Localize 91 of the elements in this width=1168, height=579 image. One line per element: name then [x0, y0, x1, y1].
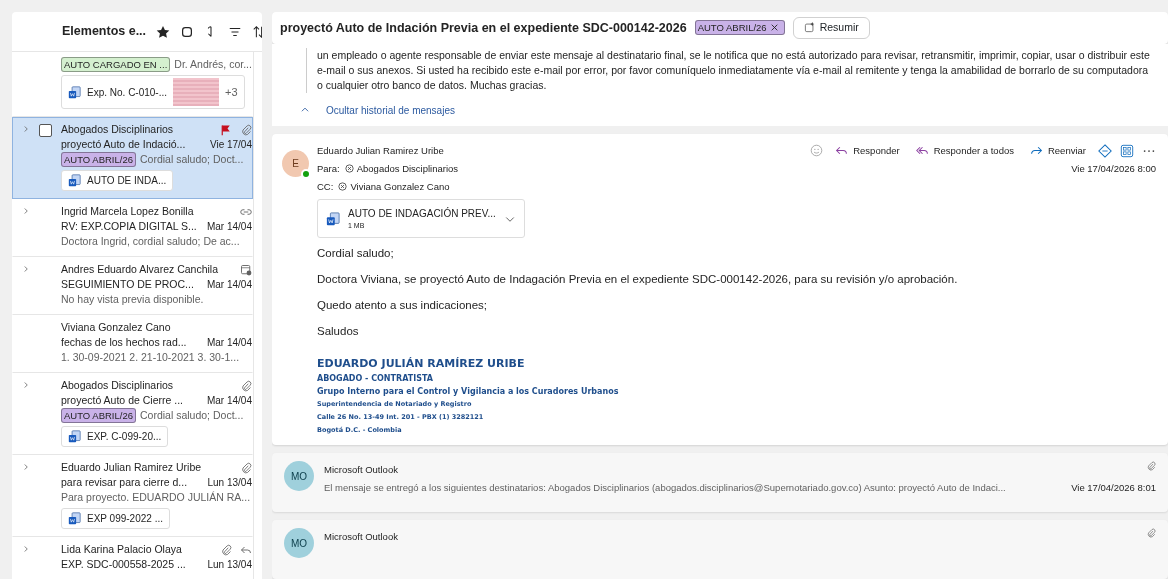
- message-list-item[interactable]: Eduardo Julian Ramirez Uribe para revisar para cierre d... Lun 13/04 Para proyecto. EDUARDO JULIÁN RA... EXP 099-2022 ...: [12, 455, 253, 537]
- action-button[interactable]: Reenviar: [1025, 143, 1090, 158]
- preview-text: No hay vista previa disponible.: [61, 292, 204, 307]
- message-list-item[interactable]: Abogados Disciplinarios proyectó Auto de Indació... Vie 17/04 AUTO ABRIL/26 Cordial saludo; Doct... AUTO DE INDA...: [12, 117, 253, 199]
- subject-line: para revisar para cierre d...: [61, 475, 188, 490]
- sender-name: Eduardo Julian Ramirez Uribe: [61, 460, 202, 475]
- subject-line: fechas de los hechos rad...: [61, 335, 187, 350]
- sparkle-icon: [803, 22, 815, 34]
- date-label: Lun 13/04: [207, 558, 252, 572]
- avatar-circle: E: [282, 149, 309, 177]
- sender-name: Microsoft Outlook: [324, 530, 398, 545]
- preview-text: Para proyecto. EDUARDO JULIÁN RA...: [61, 490, 251, 505]
- date-label: Vie 17/04: [209, 138, 252, 152]
- history-toggle-link[interactable]: Ocultar historial de mensajes: [326, 102, 455, 118]
- message-list-item[interactable]: Viviana Gonzalez Cano fechas de los hechos rad... Mar 14/04 1. 30-09-2021 2. 21-10-2021 3. 30-1...: [12, 315, 253, 373]
- document-icon: [68, 430, 81, 443]
- date-label: Vie 17/04/2026 8:00: [1071, 161, 1156, 176]
- subject-line: proyectó Auto de Indació...: [61, 137, 186, 152]
- subject-line: EXP. SDC-000558-2025 ...: [61, 557, 186, 572]
- sender-name: Andres Eduardo Alvarez Canchila: [61, 262, 218, 277]
- sender-name: Eduardo Julian Ramirez Uribe: [317, 143, 444, 158]
- remove-recipient-icon[interactable]: [338, 182, 348, 192]
- collapsed-message[interactable]: [272, 453, 1168, 513]
- collapsed-message[interactable]: MO Microsoft Outlook: [272, 520, 1168, 579]
- date-label: Vie 17/04/2026 8:01: [1070, 481, 1156, 496]
- document-icon: [326, 211, 340, 226]
- signature-line: Grupo Interno para el Control y Vigilancia a los Curadores Urbanos: [317, 386, 620, 399]
- date-label: Mar 14/04: [206, 394, 252, 408]
- preview-text: Cordial saludo; Doct...: [140, 152, 244, 167]
- recipient-name: Abogados Disciplinarios: [356, 161, 459, 176]
- message-list-item[interactable]: Abogados Disciplinarios proyectó Auto de Cierre ... Mar 14/04 AUTO ABRIL/26 Cordial saludo; Doct... EXP. C-099-20...: [12, 373, 253, 455]
- date-label: Lun 13/04: [207, 476, 252, 490]
- subject-line: proyectó Auto de Cierre ...: [61, 393, 183, 408]
- subject-line: SEGUIMIENTO DE PROC...: [61, 277, 194, 292]
- sender-name: Viviana Gonzalez Cano: [61, 320, 171, 335]
- checkbox[interactable]: [39, 124, 52, 137]
- body-paragraph: Quedo atento a sus indicaciones;: [317, 298, 489, 314]
- disclaimer-text: un empleado o agente responsable de enviar este mensaje al destinatario final, se le notifica que no está autorizado para revisar, retransmitir, imprimir, copiar, usar o distribuir este e-mail o sus anexos. Si usted ha recibido este e-mail por error, por favor comuníquelo inmediatamente vía e-mail al remitente y tenga la amabilidad de borrarlo de su computadora o cualquier otro banco de datos. Muchas gracias.: [306, 47, 1154, 93]
- message-list-item[interactable]: Lida Karina Palacio Olaya EXP. SDC-000558-2025 ... Lun 13/04: [12, 537, 253, 579]
- recipient-label: Para:: [317, 161, 340, 176]
- recipient-name: Viviana Gonzalez Cano: [350, 179, 450, 194]
- apps-icon[interactable]: [1120, 143, 1134, 158]
- subject-line: RV: EXP.COPIA DIGITAL S...: [61, 219, 197, 234]
- avatar-circle: MO: [284, 528, 314, 559]
- preview-text: Cordial saludo; Doct...: [140, 408, 244, 423]
- diamond-icon[interactable]: [1098, 143, 1112, 158]
- sender-name: Ingrid Marcela Lopez Bonilla: [61, 204, 194, 219]
- message-list-item[interactable]: Andres Eduardo Alvarez Canchila SEGUIMIENTO DE PROC... Mar 14/04 No hay vista previa disponible.: [12, 257, 253, 315]
- date-label: Mar 14/04: [206, 278, 252, 292]
- document-icon: [68, 85, 81, 99]
- preview-text: Dr. Andrés, cor...: [174, 57, 252, 72]
- date-label: Mar 14/04: [206, 336, 252, 350]
- document-icon: [68, 512, 81, 525]
- recipient-label: CC:: [317, 179, 334, 194]
- category-tag: AUTO ABRIL/26: [694, 20, 785, 36]
- sender-name: Abogados Disciplinarios: [61, 378, 174, 393]
- summarize-button[interactable]: Resumir: [792, 17, 870, 39]
- more-count: +3: [225, 84, 238, 100]
- category-tag: AUTO ABRIL/26: [61, 408, 136, 423]
- signature-line: ABOGADO - CONTRATISTA: [317, 373, 434, 386]
- preview-text: Doctora Ingrid, cordial saludo; De ac...: [61, 234, 240, 249]
- signature-line: EDUARDO JULIÁN RAMÍREZ URIBE: [317, 356, 526, 373]
- sender-name: Lida Karina Palacio Olaya: [61, 542, 182, 557]
- attachment-chip[interactable]: EXP. C-099-20...: [61, 426, 169, 447]
- body-paragraph: Doctora Viviana, se proyectó Auto de Indagación Previa en el expediente SDC-000142-2026, para su revisión y/o aprobación.: [317, 272, 959, 288]
- category-tag: AUTO ABRIL/26: [61, 152, 136, 167]
- sort-icon[interactable]: [252, 24, 262, 39]
- star-icon[interactable]: [156, 24, 171, 39]
- file-name: AUTO DE INDAGACIÓN PREV...: [348, 206, 496, 221]
- avatar-circle: MO: [284, 461, 314, 492]
- date-label: Mar 14/04: [206, 220, 252, 234]
- sender-name: Abogados Disciplinarios: [61, 122, 174, 137]
- action-button[interactable]: Responder a todos: [911, 143, 1018, 158]
- folder-title: Elementos e...: [62, 23, 147, 41]
- preview-text: 1. 30-09-2021 2. 21-10-2021 3. 30-1...: [61, 350, 240, 365]
- attachment-chip[interactable]: EXP 099-2022 ...: [61, 508, 170, 529]
- message-list-item[interactable]: AUTO CARGADO EN ... Dr. Andrés, cor... Exp. No. C-010-... +3: [12, 52, 253, 117]
- attachment-chip[interactable]: AUTO DE INDA...: [61, 170, 174, 191]
- square-icon[interactable]: [180, 24, 195, 39]
- body-paragraph: Cordial saludo;: [317, 246, 395, 262]
- preview-text: El mensaje se entregó a los siguientes destinatarios: Abogados Disciplinarios (abogados.disciplinarios@Supernotariado.gov.co) Asunto: proyectó Auto de Indaci...: [324, 481, 1006, 496]
- body-paragraph: Saludos: [317, 324, 360, 340]
- email-subject: proyectó Auto de Indación Previa en el expediente SDC-000142-2026: [280, 19, 687, 37]
- close-icon[interactable]: [769, 23, 779, 33]
- category-tag: AUTO CARGADO EN ...: [61, 57, 171, 72]
- sender-name: Microsoft Outlook: [324, 463, 398, 478]
- document-icon: [68, 174, 81, 187]
- action-button[interactable]: Responder: [831, 143, 904, 158]
- message-list-item[interactable]: Ingrid Marcela Lopez Bonilla RV: EXP.COPIA DIGITAL S... Mar 14/04 Doctora Ingrid, cordial saludo; De ac...: [12, 199, 253, 257]
- attachment-chip[interactable]: Exp. No. C-010-... +3: [61, 75, 245, 109]
- remove-recipient-icon[interactable]: [344, 164, 354, 174]
